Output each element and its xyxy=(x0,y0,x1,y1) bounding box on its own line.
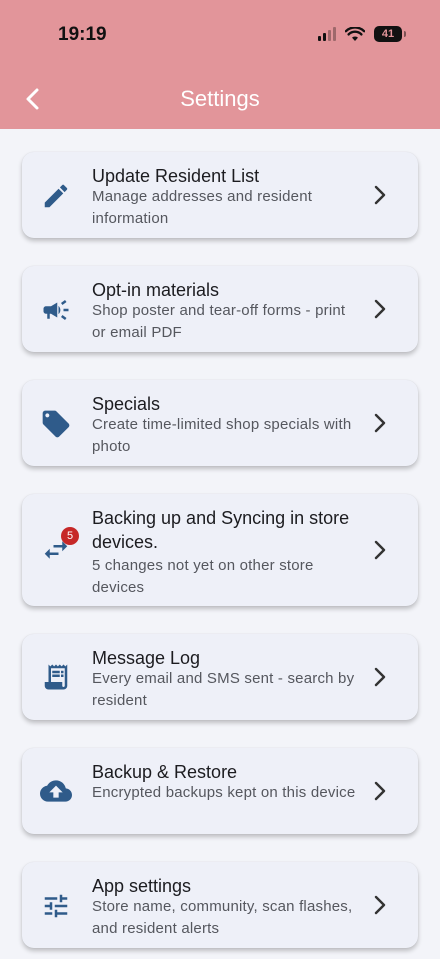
receipt-log-icon xyxy=(40,661,72,693)
item-subtitle: Create time-limited shop specials with p… xyxy=(92,416,352,455)
status-time: 19:19 xyxy=(58,24,107,45)
item-title: App settings xyxy=(92,876,192,896)
item-title: Opt-in materials xyxy=(92,280,220,300)
item-subtitle: Store name, community, scan flashes, and… xyxy=(92,898,353,937)
settings-item-specials[interactable]: Specials Create time-limited shop specia… xyxy=(22,380,418,466)
item-title: Backing up and Syncing in store devices. xyxy=(92,508,350,552)
settings-item-opt-in-materials[interactable]: Opt-in materials Shop poster and tear-of… xyxy=(22,266,418,352)
item-subtitle: Shop poster and tear-off forms - print o… xyxy=(92,302,346,341)
item-subtitle: Every email and SMS sent - search by res… xyxy=(92,670,355,709)
item-subtitle: 5 changes not yet on other store devices xyxy=(92,557,314,596)
cellular-signal-icon xyxy=(318,27,336,41)
chevron-right-icon xyxy=(374,895,386,915)
item-subtitle: Encrypted backups kept on this device xyxy=(92,784,356,801)
chevron-right-icon xyxy=(374,413,386,433)
battery-icon: 41 xyxy=(374,26,406,42)
pencil-icon xyxy=(40,180,72,212)
settings-item-message-log[interactable]: Message Log Every email and SMS sent - s… xyxy=(22,634,418,720)
chevron-right-icon xyxy=(374,540,386,560)
chevron-right-icon xyxy=(374,667,386,687)
settings-item-backing-up-and-syncing[interactable]: 5 Backing up and Syncing in store device… xyxy=(22,494,418,606)
chevron-right-icon xyxy=(374,781,386,801)
item-title: Message Log xyxy=(92,648,201,668)
settings-item-app-settings[interactable]: App settings Store name, community, scan… xyxy=(22,862,418,948)
item-title: Backup & Restore xyxy=(92,762,238,782)
chevron-right-icon xyxy=(374,299,386,319)
sliders-icon xyxy=(40,890,72,922)
page-title: Settings xyxy=(180,86,260,111)
chevron-right-icon xyxy=(374,185,386,205)
wifi-icon xyxy=(345,26,365,41)
megaphone-icon xyxy=(40,294,72,326)
cloud-upload-icon xyxy=(40,775,72,807)
settings-item-backup-restore[interactable]: Backup & Restore Encrypted backups kept … xyxy=(22,748,418,834)
item-subtitle: Manage addresses and resident informatio… xyxy=(92,188,313,227)
battery-level: 41 xyxy=(381,28,395,40)
item-title: Update Resident List xyxy=(92,166,260,186)
status-icons: 41 xyxy=(318,26,406,42)
tag-icon xyxy=(40,408,72,440)
settings-item-update-resident-list[interactable]: Update Resident List Manage addresses an… xyxy=(22,152,418,238)
pending-changes-badge: 5 xyxy=(61,527,79,545)
app-header: 19:19 41 Settings xyxy=(0,0,440,129)
item-title: Specials xyxy=(92,394,161,414)
